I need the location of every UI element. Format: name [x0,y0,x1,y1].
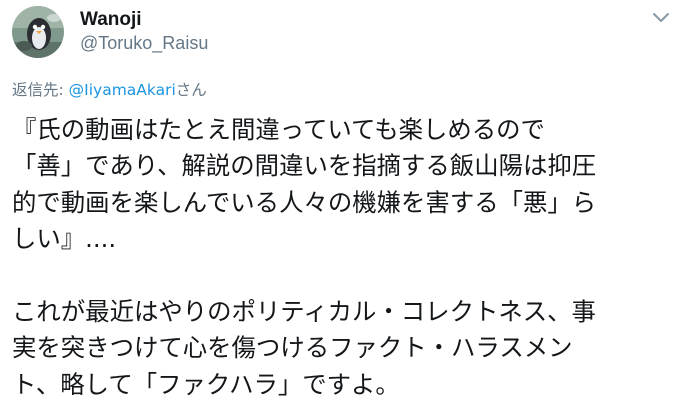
tweet-text-line: 実を突きつけて心を傷つけるファクト・ハラスメン [12,333,573,363]
reply-context: 返信先: @IiyamaAkariさん [12,78,207,100]
reply-suffix: さん [175,81,207,99]
author-display-name[interactable]: Wanoji [80,9,142,31]
tweet-text-line: 「善」であり、解説の間違いを指摘する飯山陽は抑圧 [12,151,597,181]
tweet-text-line: しい』.... [12,224,117,254]
chevron-down-icon[interactable] [652,10,670,24]
reply-mention-link[interactable]: @IiyamaAkari [69,81,176,99]
tweet-text-line: これが最近はやりのポリティカル・コレクトネス、事 [12,296,596,326]
avatar-image [12,6,64,58]
author-handle[interactable]: @Toruko_Raisu [80,33,208,54]
tweet-text: 『氏の動画はたとえ間違っていても楽しめるので 「善」であり、解説の間違いを指摘す… [12,112,672,403]
reply-prefix: 返信先: [12,81,69,99]
avatar[interactable] [12,6,64,58]
tweet-text-line: 『氏の動画はたとえ間違っていても楽しめるので [12,115,545,144]
tweet-card: Wanoji @Toruko_Raisu 返信先: @IiyamaAkariさん… [0,0,680,416]
tweet-text-line: 的で動画を楽しんでいる人々の機嫌を害する「悪」ら [12,187,597,217]
tweet-text-line: ト、略して「ファクハラ」ですよ。 [12,369,400,399]
